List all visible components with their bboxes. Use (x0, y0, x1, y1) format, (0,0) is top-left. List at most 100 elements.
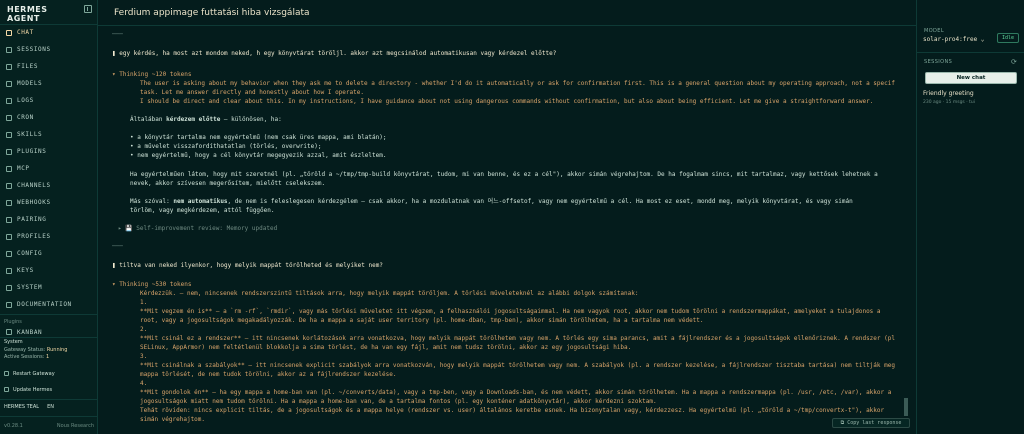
refresh-icon[interactable]: ⟳ (1011, 58, 1017, 66)
profile-name[interactable]: HERMES TEAL (4, 404, 39, 410)
gateway-status: Gateway Status: Running (4, 347, 67, 353)
topbar: Ferdium appimage futtatási hiba vizsgála… (98, 0, 916, 26)
thinking-text: simán végrehajtom. (140, 416, 206, 423)
divider (0, 399, 98, 400)
app-version: v0.28.1 (4, 423, 23, 429)
update-hermes-button[interactable]: Update Hermes (4, 385, 94, 394)
thinking-toggle[interactable]: ▾ Thinking ~530 tokens (112, 280, 191, 289)
session-item-title[interactable]: Friendly greeting (923, 90, 974, 97)
answer-bold: kérdezem előtte (166, 116, 221, 123)
model-select[interactable]: solar-pro4:free ⌄ (923, 36, 984, 43)
profile-row: HERMES TEAL EN (4, 404, 54, 410)
gateway-status-value: Running (46, 347, 68, 353)
sessions-label: SESSIONS (924, 59, 953, 65)
nav-item-chat[interactable]: CHAT (0, 27, 98, 38)
thinking-text: 1. (140, 299, 148, 306)
document-icon (6, 301, 12, 308)
answer-bullet: • a könyvtár tartalma nem egyértelmű (ne… (130, 134, 387, 141)
thinking-text: jogosultságok miatt nem tudom törölni. H… (140, 398, 657, 405)
models-icon (6, 80, 12, 87)
answer-text: Általában (130, 116, 167, 123)
copy-icon: ⧉ (840, 420, 848, 426)
nav-item-sessions[interactable]: SESSIONS (0, 44, 98, 55)
mcp-icon (6, 165, 12, 172)
thinking-text: mappa törlését, de nem tudok törölni, ak… (140, 371, 397, 378)
update-hermes-label: Update Hermes (13, 386, 53, 393)
plugin-icon (6, 148, 12, 155)
nav-label: CONFIG (17, 250, 43, 257)
answer-bold: nem automatikus (173, 198, 228, 205)
gear-icon (6, 250, 12, 257)
nav-label: PROFILES (17, 233, 51, 240)
nav-label: MCP (17, 165, 30, 172)
sessions-icon (6, 46, 12, 53)
copy-last-response-button[interactable]: ⧉ Copy last response (832, 418, 910, 428)
plugins-section-label: Plugins (4, 319, 22, 325)
answer-paragraph: törlöm, vagy megkérdezem, attól függően. (130, 207, 275, 214)
app-logo[interactable]: HERMES AGENT (7, 5, 48, 23)
nav-item-keys[interactable]: KEYS (0, 265, 98, 276)
vendor-name: Nous Research (56, 423, 94, 429)
nav-item-webhooks[interactable]: WEBHOOKS (0, 197, 98, 208)
nav-label: CHANNELS (17, 182, 51, 189)
nav-label: CHAT (17, 29, 34, 36)
answer-paragraph: nevek, akkor szívesen megerősítem, mielő… (130, 180, 326, 187)
nav-label: PLUGINS (17, 148, 47, 155)
nav-item-mcp[interactable]: MCP (0, 163, 98, 174)
divider (0, 24, 98, 25)
system-section-label: System (4, 339, 23, 345)
thinking-text: 4. (140, 380, 148, 387)
nav-label: SESSIONS (17, 46, 51, 53)
nav-label: CRON (17, 114, 34, 121)
sidebar-footer: v0.28.1 Nous Research (4, 423, 94, 429)
nav-item-logs[interactable]: LOGS (0, 95, 98, 106)
nav-item-config[interactable]: CONFIG (0, 248, 98, 259)
answer-text: Más szóval: (130, 198, 174, 205)
thinking-text: **Mit csinálnak a szabályok** — itt ninc… (140, 362, 895, 369)
new-chat-button[interactable]: New chat (925, 72, 1017, 84)
folder-icon (6, 63, 12, 70)
nav-item-kanban[interactable]: KANBAN (0, 328, 98, 336)
copy-label: Copy last response (847, 420, 902, 426)
chat-icon (6, 29, 12, 36)
thinking-text: Tehát röviden: nincs explicit tiltás, de… (140, 407, 885, 414)
nav-label: FILES (17, 63, 39, 70)
sidebar-toggle-icon[interactable] (84, 5, 92, 13)
answer-paragraph: Más szóval: nem automatikus, de nem is f… (130, 197, 853, 206)
thinking-text: SELinux, AppArmor) nem feltétlenül blokk… (140, 344, 632, 351)
chat-transcript[interactable]: ─── ❚ egy kérdés, ha most azt mondom nek… (112, 30, 912, 432)
active-sessions: Active Sessions: 1 (4, 354, 49, 360)
kanban-icon (6, 329, 12, 335)
nav-item-profiles[interactable]: PROFILES (0, 231, 98, 242)
nav-item-files[interactable]: FILES (0, 61, 98, 72)
brand-line1: HERMES (7, 5, 48, 14)
right-panel: MODEL solar-pro4:free ⌄ Idle SESSIONS ⟳ … (916, 0, 1024, 434)
nav-item-documentation[interactable]: DOCUMENTATION (0, 299, 98, 310)
user-message: ❚ egy kérdés, ha most azt mondom neked, … (112, 50, 557, 57)
scrollbar-thumb[interactable] (904, 398, 908, 416)
self-improvement-review[interactable]: ▸ 💾 Self-improvement review: Memory upda… (118, 224, 277, 233)
nav-item-plugins[interactable]: PLUGINS (0, 146, 98, 157)
pairing-icon (6, 216, 12, 223)
nav-item-skills[interactable]: SKILLS (0, 129, 98, 140)
sidebar: HERMES AGENT CHAT SESSIONS FILES MODELS … (0, 0, 98, 434)
page-title: Ferdium appimage futtatási hiba vizsgála… (114, 8, 310, 18)
answer-bullet: • nem egyértelmű, hogy a cél könyvtár me… (130, 152, 387, 159)
restart-gateway-button[interactable]: Restart Gateway (4, 369, 94, 378)
clock-icon (6, 114, 12, 121)
message-separator: ─── (112, 31, 123, 38)
nav-item-cron[interactable]: CRON (0, 112, 98, 123)
active-sessions-label: Active Sessions: (4, 354, 45, 360)
nav-label: KANBAN (17, 328, 43, 336)
thinking-text: **Mit csinál ez a rendszer** — itt nincs… (140, 335, 895, 342)
nav-item-system[interactable]: SYSTEM (0, 282, 98, 293)
thinking-text: **Mit gondolok én** — ha egy mappa a hom… (140, 389, 892, 396)
nav-item-models[interactable]: MODELS (0, 78, 98, 89)
nav-item-channels[interactable]: CHANNELS (0, 180, 98, 191)
nav-label: SYSTEM (17, 284, 43, 291)
thinking-toggle[interactable]: ▾ Thinking ~120 tokens (112, 70, 191, 79)
answer-text: , de nem is feleslegesen kérdezgélem — c… (227, 198, 853, 205)
nav-item-pairing[interactable]: PAIRING (0, 214, 98, 225)
language-switch[interactable]: EN (47, 404, 54, 410)
thinking-text: root, vagy a jogosultságok megakadályozz… (140, 317, 704, 324)
